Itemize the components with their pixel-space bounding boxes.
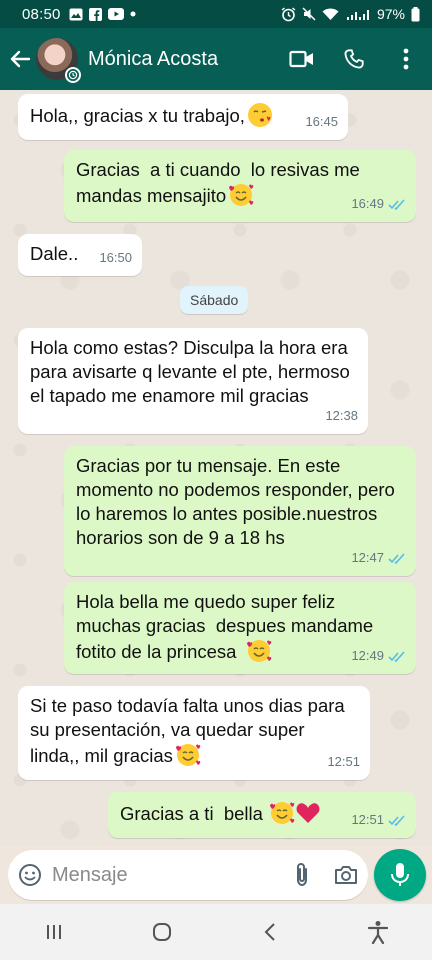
smiling-face-with-hearts-emoji-icon	[269, 800, 295, 826]
camera-button[interactable]	[324, 850, 368, 900]
message-outgoing[interactable]: Gracias a ti cuando lo resivas me mandas…	[64, 150, 416, 222]
message-time: 12:38	[325, 408, 358, 423]
battery-level: 97%	[376, 6, 405, 22]
video-call-button[interactable]	[276, 28, 328, 90]
red-heart-emoji-icon	[295, 800, 321, 826]
smiling-face-with-hearts-emoji-icon	[246, 638, 272, 664]
smiling-face-with-hearts-emoji-icon	[175, 742, 201, 768]
alarm-icon	[281, 6, 296, 22]
message-time: 16:50	[99, 250, 132, 265]
signal-icon	[345, 8, 371, 21]
message-text: Hola,, gracias x tu trabajo,	[30, 105, 245, 126]
facebook-icon	[88, 7, 102, 21]
paperclip-icon	[297, 862, 307, 887]
message-time: 12:51	[351, 812, 384, 827]
message-input-field[interactable]: Mensaje	[8, 850, 368, 900]
back-button[interactable]	[2, 28, 38, 90]
emoji-button[interactable]	[8, 850, 52, 900]
avatar[interactable]	[36, 38, 81, 83]
message-time: 12:51	[327, 754, 360, 769]
message-input[interactable]: Mensaje	[52, 864, 280, 887]
message-composer: Mensaje	[0, 846, 432, 904]
microphone-icon	[391, 863, 409, 886]
voice-message-button[interactable]	[374, 849, 426, 901]
message-incoming[interactable]: Hola,, gracias x tu trabajo, 16:45	[18, 94, 348, 140]
back-nav-button[interactable]	[240, 904, 300, 960]
notification-dot-icon	[130, 11, 136, 17]
double-check-read-icon	[388, 552, 406, 564]
kissing-heart-emoji-icon	[247, 102, 273, 128]
system-nav-bar	[0, 904, 432, 960]
message-time: 12:49	[351, 648, 384, 663]
message-outgoing[interactable]: Hola bella me quedo super feliz muchas g…	[64, 582, 416, 674]
wifi-icon	[322, 8, 339, 21]
more-options-button[interactable]	[380, 28, 432, 90]
double-check-read-icon	[388, 814, 406, 826]
smiling-face-with-hearts-emoji-icon	[228, 182, 254, 208]
message-outgoing[interactable]: Gracias por tu mensaje. En este momento …	[64, 446, 416, 576]
status-time: 08:50	[22, 5, 61, 23]
message-text: Hola bella me quedo super feliz muchas g…	[76, 591, 379, 662]
home-button[interactable]	[132, 904, 192, 960]
voice-call-button[interactable]	[328, 28, 380, 90]
contact-name[interactable]: Mónica Acosta	[88, 48, 276, 71]
date-separator: Sábado	[180, 286, 249, 314]
accessibility-icon	[367, 921, 389, 944]
status-bar: 08:50 97%	[0, 0, 432, 28]
camera-icon	[335, 866, 357, 884]
message-incoming[interactable]: Dale.. 16:50	[18, 234, 142, 276]
mute-icon	[302, 7, 316, 21]
message-text: Hola como estas? Disculpa la hora era pa…	[30, 337, 355, 406]
double-check-read-icon	[388, 198, 406, 210]
chevron-left-icon	[264, 923, 275, 941]
message-time: 16:49	[351, 196, 384, 211]
message-incoming[interactable]: Hola como estas? Disculpa la hora era pa…	[18, 328, 368, 434]
phone-icon	[344, 49, 364, 69]
gallery-icon	[69, 8, 83, 21]
accessibility-button[interactable]	[348, 904, 408, 960]
chat-area[interactable]: Hola,, gracias x tu trabajo, 16:45 Graci…	[0, 90, 432, 846]
message-time: 16:45	[305, 114, 338, 129]
attach-button[interactable]	[280, 850, 324, 900]
battery-icon	[411, 6, 420, 22]
message-text: Dale..	[30, 243, 79, 264]
disappearing-timer-icon	[65, 67, 81, 83]
recent-apps-icon	[47, 925, 61, 939]
video-camera-icon	[289, 50, 313, 68]
recent-apps-button[interactable]	[24, 904, 84, 960]
message-time: 12:47	[351, 550, 384, 565]
message-outgoing[interactable]: Gracias a ti bella 12:51	[108, 792, 416, 838]
youtube-icon	[107, 8, 124, 20]
message-text: Gracias por tu mensaje. En este momento …	[76, 455, 400, 548]
double-check-read-icon	[388, 650, 406, 662]
message-incoming[interactable]: Si te paso todavía falta unos dias para …	[18, 686, 370, 780]
chat-header: Mónica Acosta	[0, 28, 432, 90]
smiley-icon	[19, 864, 41, 886]
kebab-menu-icon	[403, 48, 409, 70]
home-circle-icon	[153, 923, 171, 941]
message-text: Gracias a ti cuando lo resivas me mandas…	[76, 159, 365, 206]
message-text: Gracias a ti bella	[120, 803, 263, 824]
arrow-left-icon	[10, 50, 31, 68]
